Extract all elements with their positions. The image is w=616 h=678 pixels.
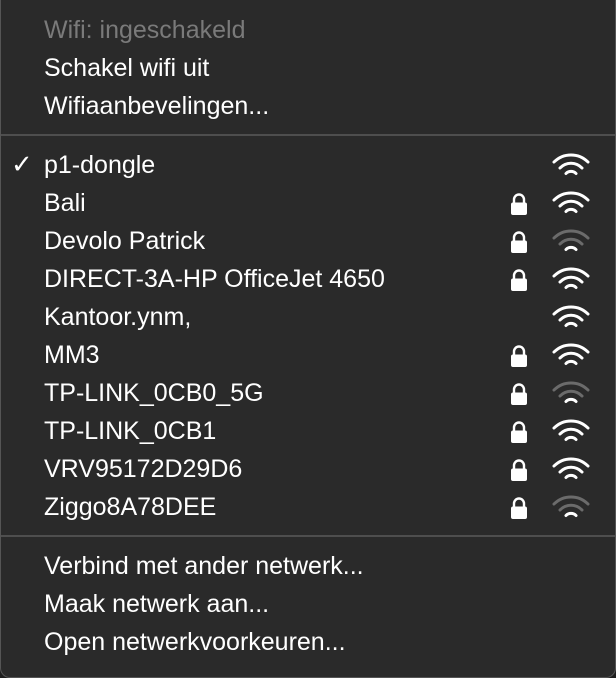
connect-other-network-label: Verbind met ander netwerk... bbox=[44, 552, 364, 580]
wifi-signal-icon bbox=[552, 153, 590, 175]
wifi-signal-icon bbox=[552, 229, 590, 251]
toggle-wifi-menu-item[interactable]: Schakel wifi uit bbox=[1, 49, 615, 87]
network-item[interactable]: MM3 bbox=[1, 336, 615, 374]
wifi-signal-icon bbox=[552, 495, 590, 517]
network-item[interactable]: Kantoor.ynm, bbox=[1, 298, 615, 336]
menu-separator bbox=[1, 134, 615, 136]
wifi-signal-icon bbox=[552, 381, 590, 403]
menu-separator bbox=[1, 535, 615, 537]
wifi-signal-icon bbox=[552, 419, 590, 441]
network-name: Devolo Patrick bbox=[44, 227, 206, 255]
lock-icon bbox=[511, 231, 527, 253]
lock-icon bbox=[511, 269, 527, 291]
network-name: MM3 bbox=[44, 341, 100, 369]
wifi-status-label: Wifi: ingeschakeld bbox=[1, 11, 615, 49]
lock-icon bbox=[511, 421, 527, 443]
wifi-signal-icon bbox=[552, 305, 590, 327]
network-name: VRV95172D29D6 bbox=[44, 455, 243, 483]
wifi-signal-icon bbox=[552, 457, 590, 479]
wifi-status-text: Wifi: ingeschakeld bbox=[44, 16, 246, 44]
open-network-preferences-label: Open netwerkvoorkeuren... bbox=[44, 628, 346, 656]
network-item[interactable]: Ziggo8A78DEE bbox=[1, 488, 615, 526]
lock-icon bbox=[511, 193, 527, 215]
wifi-recommendations-menu-item[interactable]: Wifiaanbevelingen... bbox=[1, 87, 615, 125]
wifi-signal-icon bbox=[552, 191, 590, 213]
network-name: Ziggo8A78DEE bbox=[44, 493, 217, 521]
network-name: Kantoor.ynm, bbox=[44, 303, 192, 331]
network-item[interactable]: VRV95172D29D6 bbox=[1, 450, 615, 488]
network-item[interactable]: DIRECT-3A-HP OfficeJet 4650 bbox=[1, 260, 615, 298]
lock-icon bbox=[511, 383, 527, 405]
lock-icon bbox=[511, 345, 527, 367]
network-item[interactable]: ✓ p1-dongle bbox=[1, 146, 615, 184]
network-item[interactable]: Devolo Patrick bbox=[1, 222, 615, 260]
lock-icon bbox=[511, 497, 527, 519]
create-network-label: Maak netwerk aan... bbox=[44, 590, 270, 618]
network-item[interactable]: TP-LINK_0CB0_5G bbox=[1, 374, 615, 412]
open-network-preferences-menu-item[interactable]: Open netwerkvoorkeuren... bbox=[1, 623, 615, 661]
wifi-recommendations-label: Wifiaanbevelingen... bbox=[44, 92, 270, 120]
network-name: TP-LINK_0CB0_5G bbox=[44, 379, 264, 407]
network-name: p1-dongle bbox=[44, 151, 156, 179]
network-name: DIRECT-3A-HP OfficeJet 4650 bbox=[44, 265, 385, 293]
toggle-wifi-label: Schakel wifi uit bbox=[44, 54, 210, 82]
network-name: Bali bbox=[44, 189, 86, 217]
network-item[interactable]: Bali bbox=[1, 184, 615, 222]
network-item[interactable]: TP-LINK_0CB1 bbox=[1, 412, 615, 450]
wifi-signal-icon bbox=[552, 343, 590, 365]
checkmark-icon: ✓ bbox=[11, 150, 33, 180]
create-network-menu-item[interactable]: Maak netwerk aan... bbox=[1, 585, 615, 623]
wifi-menu: Wifi: ingeschakeld Schakel wifi uit Wifi… bbox=[0, 0, 616, 678]
network-list: ✓ p1-dongle Bali Devolo Patrick DIRECT-3A-HP… bbox=[1, 146, 615, 526]
wifi-signal-icon bbox=[552, 267, 590, 289]
connect-other-network-menu-item[interactable]: Verbind met ander netwerk... bbox=[1, 547, 615, 585]
network-name: TP-LINK_0CB1 bbox=[44, 417, 217, 445]
lock-icon bbox=[511, 459, 527, 481]
